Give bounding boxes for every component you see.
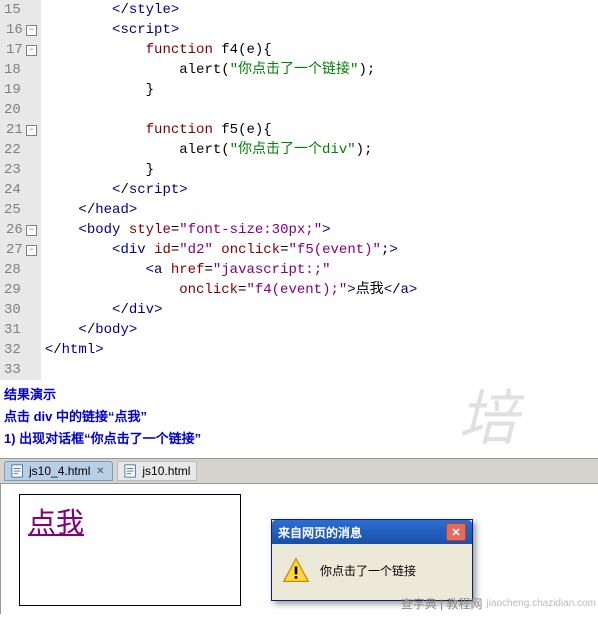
line-number: 26− bbox=[4, 220, 37, 240]
line-number-gutter: 1516−17−18192021−2223242526−27−282930313… bbox=[0, 0, 41, 380]
code-line: alert("你点击了一个div"); bbox=[45, 140, 418, 160]
code-line: <div id="d2" onclick="f5(event)";> bbox=[45, 240, 418, 260]
line-number: 23 bbox=[4, 160, 37, 180]
line-number: 27− bbox=[4, 240, 37, 260]
code-line: function f5(e){ bbox=[45, 120, 418, 140]
dialog-close-button[interactable]: ✕ bbox=[446, 523, 466, 541]
code-line: function f4(e){ bbox=[45, 40, 418, 60]
tab-active[interactable]: js10_4.html ✕ bbox=[4, 461, 113, 481]
close-icon[interactable]: ✕ bbox=[94, 465, 106, 477]
code-line: <script> bbox=[45, 20, 418, 40]
dialog-titlebar: 来自网页的消息 ✕ bbox=[272, 520, 472, 544]
dialog-message: 你点击了一个链接 bbox=[320, 562, 416, 579]
code-line: <a href="javascript:;" bbox=[45, 260, 418, 280]
code-line: </body> bbox=[45, 320, 418, 340]
line-number: 31 bbox=[4, 320, 37, 340]
fold-icon[interactable]: − bbox=[26, 245, 37, 256]
code-line: onclick="f4(event);">点我</a> bbox=[45, 280, 418, 300]
commentary: 结果演示 点击 div 中的链接“点我” 1) 出现对话框“你点击了一个链接” bbox=[0, 380, 598, 458]
html-file-icon bbox=[11, 464, 25, 478]
code-line: alert("你点击了一个链接"); bbox=[45, 60, 418, 80]
code-editor: 1516−17−18192021−2223242526−27−282930313… bbox=[0, 0, 598, 380]
code-line bbox=[45, 100, 418, 120]
line-number: 24 bbox=[4, 180, 37, 200]
fold-icon[interactable]: − bbox=[26, 225, 37, 236]
brand-url: jiaocheng.chazidian.com bbox=[486, 598, 596, 609]
code-content: </style> <script> function f4(e){ alert(… bbox=[41, 0, 418, 380]
code-line: </div> bbox=[45, 300, 418, 320]
line-number: 19 bbox=[4, 80, 37, 100]
commentary-header: 结果演示 bbox=[4, 384, 594, 406]
code-line bbox=[45, 360, 418, 380]
fold-icon[interactable]: − bbox=[26, 125, 37, 136]
editor-tab-bar: js10_4.html ✕ js10.html bbox=[0, 458, 598, 484]
alert-dialog: 来自网页的消息 ✕ 你点击了一个链接 bbox=[271, 519, 473, 601]
line-number: 32 bbox=[4, 340, 37, 360]
line-number: 16− bbox=[4, 20, 37, 40]
html-file-icon bbox=[124, 464, 138, 478]
code-line: </script> bbox=[45, 180, 418, 200]
line-number: 29 bbox=[4, 280, 37, 300]
line-number: 20 bbox=[4, 100, 37, 120]
dialog-title-text: 来自网页的消息 bbox=[278, 524, 362, 541]
code-line: </html> bbox=[45, 340, 418, 360]
watermark-brand: 查字典 | 教程网 jiaocheng.chazidian.com bbox=[401, 595, 596, 612]
tab-active-label: js10_4.html bbox=[29, 464, 90, 478]
tab-inactive-label: js10.html bbox=[142, 464, 190, 478]
brand-text: 查字典 | 教程网 bbox=[401, 595, 483, 612]
line-number: 17− bbox=[4, 40, 37, 60]
warning-icon bbox=[282, 556, 310, 584]
code-line: </head> bbox=[45, 200, 418, 220]
page-preview: 点我 bbox=[19, 494, 241, 606]
line-number: 18 bbox=[4, 60, 37, 80]
line-number: 15 bbox=[4, 0, 37, 20]
fold-icon[interactable]: − bbox=[26, 25, 37, 36]
line-number: 22 bbox=[4, 140, 37, 160]
code-line: </style> bbox=[45, 0, 418, 20]
code-line: } bbox=[45, 80, 418, 100]
fold-icon[interactable]: − bbox=[26, 45, 37, 56]
commentary-result: 1) 出现对话框“你点击了一个链接” bbox=[4, 428, 594, 450]
line-number: 21− bbox=[4, 120, 37, 140]
runtime-preview: 点我 来自网页的消息 ✕ 你点击了一个链接 查字典 | 教程网 jiaochen… bbox=[0, 484, 598, 614]
line-number: 28 bbox=[4, 260, 37, 280]
demo-link[interactable]: 点我 bbox=[20, 495, 92, 547]
line-number: 30 bbox=[4, 300, 37, 320]
commentary-block: 培 结果演示 点击 div 中的链接“点我” 1) 出现对话框“你点击了一个链接… bbox=[0, 380, 598, 458]
line-number: 33 bbox=[4, 360, 37, 380]
dialog-body: 你点击了一个链接 bbox=[272, 544, 472, 600]
code-line: } bbox=[45, 160, 418, 180]
commentary-step: 点击 div 中的链接“点我” bbox=[4, 406, 594, 428]
code-line: <body style="font-size:30px;"> bbox=[45, 220, 418, 240]
tab-inactive[interactable]: js10.html bbox=[117, 461, 197, 481]
line-number: 25 bbox=[4, 200, 37, 220]
